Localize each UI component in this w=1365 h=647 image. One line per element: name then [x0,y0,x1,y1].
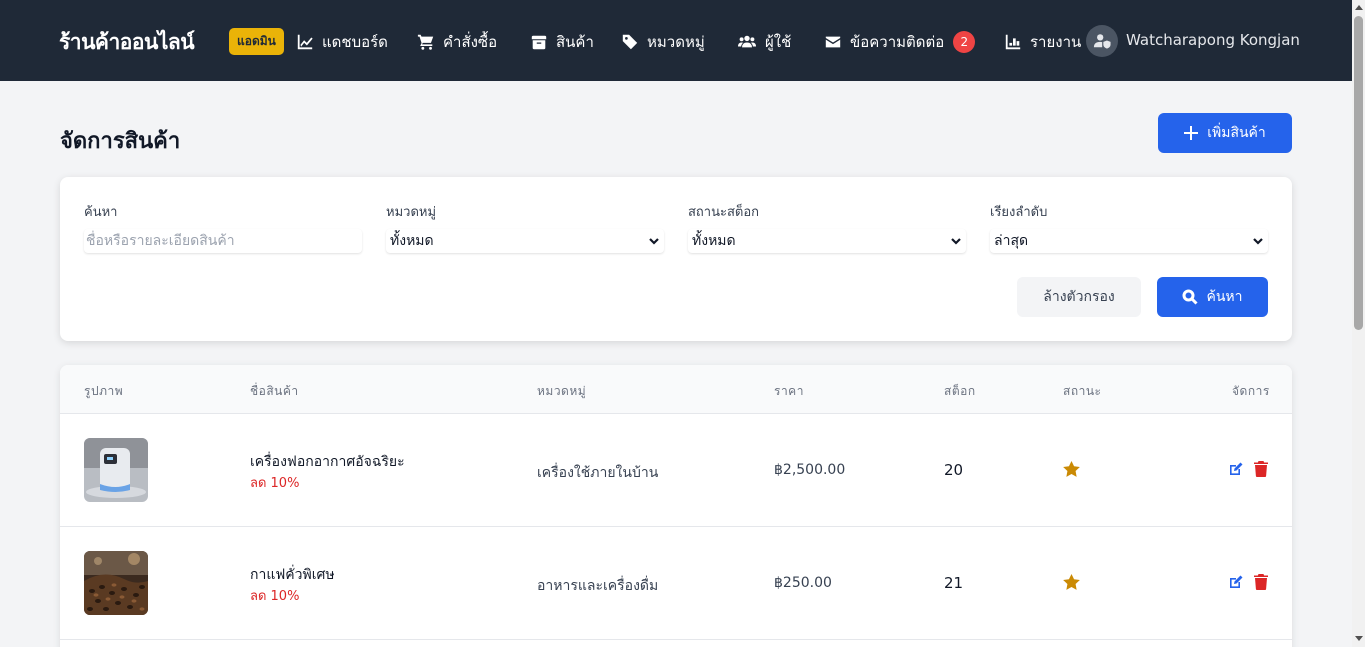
chart-line-icon [297,34,313,50]
main-content: จัดการสินค้า เพิ่มสินค้า ค้นหา หมวดหมู่ … [0,81,1352,647]
product-thumbnail [84,438,148,502]
sort-select-value: ล่าสุด [994,233,1029,249]
nav-categories-label: หมวดหมู่ [647,33,705,51]
coffee-beans-image [84,551,148,615]
product-category: เครื่องใช้ภายในบ้าน [537,465,659,481]
sort-group: เรียงลำดับ ล่าสุด [990,205,1268,253]
nav-dashboard-label: แดชบอร์ด [322,33,388,51]
search-group: ค้นหา [84,205,362,253]
nav-orders[interactable]: คำสั่งซื้อ [417,30,497,54]
users-icon [738,35,756,48]
filter-panel: ค้นหา หมวดหมู่ ทั้งหมด สถานะสต็อก ทั้งหม… [60,177,1292,341]
search-button-label: ค้นหา [1206,289,1243,305]
col-name: ชื่อสินค้า [250,384,299,398]
col-price: ราคา [774,384,804,398]
product-thumbnail [84,551,148,615]
category-label: หมวดหมู่ [386,205,437,220]
nav-messages-label: ข้อความติดต่อ [850,33,945,51]
nav-dashboard[interactable]: แดชบอร์ด [296,30,388,54]
stock-group: สถานะสต็อก ทั้งหมด [688,205,966,253]
stock-select[interactable]: ทั้งหมด [688,229,966,253]
edit-icon[interactable] [1228,574,1244,590]
nav-users-label: ผู้ใช้ [765,33,792,51]
col-category: หมวดหมู่ [537,384,587,398]
brand-title[interactable]: ร้านค้าออนไลน์ [59,26,195,59]
clear-filters-button[interactable]: ล้างตัวกรอง [1017,277,1141,317]
search-input[interactable] [84,229,362,253]
star-icon [1063,460,1080,477]
product-category: อาหารและเครื่องดื่ม [537,578,659,594]
nav-reports[interactable]: รายงาน [1004,30,1081,54]
user-shield-icon [1093,34,1111,49]
col-image: รูปภาพ [84,384,124,398]
tag-icon [622,34,638,50]
col-stock: สต็อก [944,384,976,398]
box-icon [531,35,547,50]
chevron-down-icon [1253,238,1263,245]
category-group: หมวดหมู่ ทั้งหมด [386,205,664,253]
scrollbar-thumb[interactable] [1354,16,1363,330]
add-product-button[interactable]: เพิ่มสินค้า [1158,113,1292,153]
plus-icon [1184,126,1199,140]
page-title: จัดการสินค้า [60,129,181,154]
products-table: รูปภาพ ชื่อสินค้า หมวดหมู่ ราคา สต็อก สถ… [60,365,1292,647]
chart-bar-icon [1005,34,1021,50]
admin-badge: แอดมิน [229,28,284,55]
trash-icon[interactable] [1254,461,1268,477]
category-select-value: ทั้งหมด [390,233,434,249]
nav-products-label: สินค้า [556,33,594,51]
edit-icon[interactable] [1228,461,1244,477]
top-navbar: ร้านค้าออนไลน์ แอดมิน แดชบอร์ด คำสั่งซื้… [0,0,1352,81]
discount-label: ลด 10% [250,589,300,604]
col-actions: จัดการ [1232,384,1270,398]
nav-messages[interactable]: ข้อความติดต่อ 2 [824,30,976,54]
page-scrollbar[interactable] [1352,0,1365,647]
product-name[interactable]: กาแฟคั่วพิเศษ [250,564,335,586]
sort-label: เรียงลำดับ [990,205,1048,220]
chevron-down-icon [951,238,961,245]
messages-count-badge: 2 [953,31,976,53]
category-select[interactable]: ทั้งหมด [386,229,664,253]
product-stock: 20 [944,461,964,479]
user-avatar[interactable] [1086,25,1118,57]
product-price: ฿250.00 [774,575,832,591]
product-stock: 21 [944,574,964,592]
search-icon [1182,289,1199,305]
nav-reports-label: รายงาน [1030,33,1082,51]
nav-products[interactable]: สินค้า [530,30,594,54]
add-product-label: เพิ่มสินค้า [1207,125,1266,141]
envelope-icon [825,36,841,48]
cart-icon [417,34,434,50]
col-status: สถานะ [1063,384,1102,398]
table-row: เครื่องฟอกอากาศอัจฉริยะ ลด 10% เครื่องใช… [60,414,1292,527]
nav-users[interactable]: ผู้ใช้ [737,30,791,54]
nav-orders-label: คำสั่งซื้อ [443,33,498,51]
stock-select-value: ทั้งหมด [692,233,736,249]
nav-categories[interactable]: หมวดหมู่ [621,30,705,54]
user-name[interactable]: Watcharapong Kongjan [1126,31,1300,49]
search-button[interactable]: ค้นหา [1157,277,1268,317]
air-purifier-image [84,438,148,502]
search-label: ค้นหา [84,205,118,220]
stock-label: สถานะสต็อก [688,205,760,220]
table-header: รูปภาพ ชื่อสินค้า หมวดหมู่ ราคา สต็อก สถ… [60,365,1292,414]
star-icon [1063,573,1080,590]
product-price: ฿2,500.00 [774,462,846,478]
table-row: กาแฟคั่วพิเศษ ลด 10% อาหารและเครื่องดื่ม… [60,527,1292,640]
discount-label: ลด 10% [250,476,300,491]
scroll-up-arrow[interactable] [1355,5,1363,10]
trash-icon[interactable] [1254,574,1268,590]
sort-select[interactable]: ล่าสุด [990,229,1268,253]
scroll-down-arrow[interactable] [1355,636,1363,641]
product-name[interactable]: เครื่องฟอกอากาศอัจฉริยะ [250,451,405,473]
chevron-down-icon [649,238,659,245]
